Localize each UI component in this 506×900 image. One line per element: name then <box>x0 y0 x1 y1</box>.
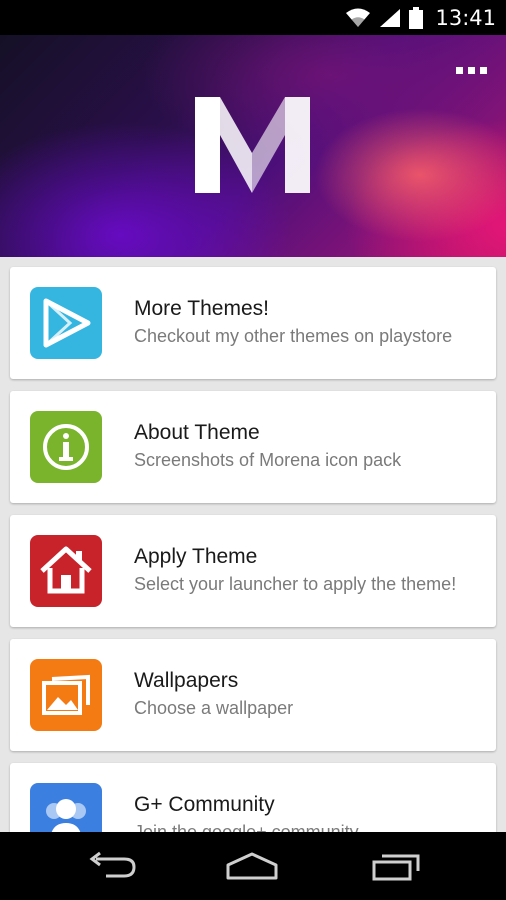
menu-item-gplus-community[interactable]: G+ Community Join the google+ community <box>10 763 496 832</box>
status-bar: 13:41 <box>0 0 506 35</box>
battery-icon <box>409 6 424 29</box>
menu-item-title: Apply Theme <box>134 545 258 568</box>
menu-item-apply-theme[interactable]: Apply Theme Select your launcher to appl… <box>10 515 496 627</box>
menu-item-about-theme[interactable]: About Theme Screenshots of Morena icon p… <box>10 391 496 503</box>
back-arrow-icon <box>89 851 136 878</box>
menu-item-subtitle: Select your launcher to apply the theme! <box>134 574 457 594</box>
pictures-icon <box>30 659 102 731</box>
play-store-icon <box>30 287 102 359</box>
menu-item-subtitle: Join the google+ community <box>134 822 359 832</box>
menu-item-title: G+ Community <box>134 793 275 816</box>
menu-item-title: More Themes! <box>134 297 269 320</box>
wifi-icon <box>346 8 371 27</box>
navigation-bar <box>0 832 506 900</box>
dot <box>480 66 487 74</box>
menu-item-title: Wallpapers <box>134 669 239 692</box>
back-button[interactable] <box>82 850 142 882</box>
menu-item-subtitle: Screenshots of Morena icon pack <box>134 450 402 470</box>
community-icon <box>30 783 102 832</box>
home-outline-icon <box>226 852 278 880</box>
morena-logo: M <box>195 97 310 193</box>
menu-item-title: About Theme <box>134 421 260 444</box>
menu-item-subtitle: Choose a wallpaper <box>134 698 294 718</box>
info-icon <box>30 411 102 483</box>
menu-item-wallpapers[interactable]: Wallpapers Choose a wallpaper <box>10 639 496 751</box>
overflow-menu-button[interactable] <box>456 63 488 77</box>
dot <box>468 66 475 74</box>
recent-apps-button[interactable] <box>366 850 426 882</box>
status-icons: 13:41 <box>345 0 496 35</box>
home-icon <box>30 535 102 607</box>
menu-item-more-themes[interactable]: More Themes! Checkout my other themes on… <box>10 267 496 379</box>
menu-list: More Themes! Checkout my other themes on… <box>0 257 506 832</box>
header-banner: M <box>0 35 506 257</box>
signal-icon <box>380 8 401 27</box>
dot <box>456 66 463 74</box>
menu-item-subtitle: Checkout my other themes on playstore <box>134 326 453 346</box>
recent-apps-icon <box>372 854 420 881</box>
clock: 13:41 <box>435 5 496 30</box>
home-button[interactable] <box>222 850 282 882</box>
